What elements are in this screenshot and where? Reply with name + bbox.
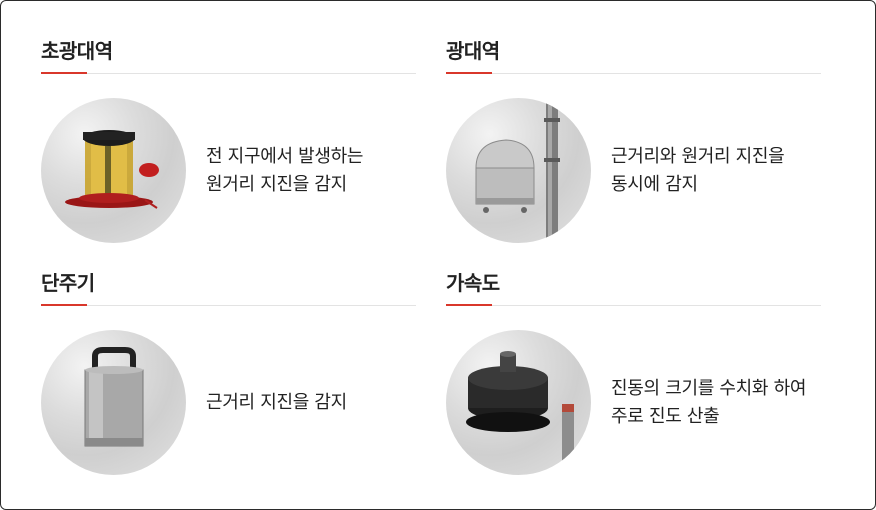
wideband-seismometer-photo <box>446 98 591 243</box>
accent-bar <box>41 72 87 74</box>
description-line: 원거리 지진을 감지 <box>206 174 347 195</box>
section-title: 광대역 <box>446 39 500 63</box>
sensor-types-panel: 초광대역 전 지구에서 발생하는 원거리 지진을 감지 광대역 근거리와 원거리… <box>0 0 876 510</box>
divider <box>446 305 821 306</box>
section-title: 가속도 <box>446 271 500 295</box>
description-line: 진동의 크기를 수치화 하여 <box>611 378 807 399</box>
description-line: 동시에 감지 <box>611 174 698 195</box>
accent-bar <box>446 72 492 74</box>
section-title: 단주기 <box>41 271 95 295</box>
section-description: 근거리 지진을 감지 <box>206 389 421 417</box>
divider <box>41 305 416 306</box>
section-description: 전 지구에서 발생하는 원거리 지진을 감지 <box>206 143 421 199</box>
divider <box>41 73 416 74</box>
section-description: 진동의 크기를 수치화 하여 주로 진도 산출 <box>611 375 826 431</box>
description-line: 주로 진도 산출 <box>611 406 720 427</box>
accent-bar <box>41 304 87 306</box>
short-period-seismometer-photo <box>41 330 186 475</box>
accelerometer-photo <box>446 330 591 475</box>
accent-bar <box>446 304 492 306</box>
broadband-seismometer-photo <box>41 98 186 243</box>
section-title: 초광대역 <box>41 39 113 63</box>
description-line: 전 지구에서 발생하는 <box>206 146 364 167</box>
description-line: 근거리 지진을 감지 <box>206 392 347 413</box>
divider <box>446 73 821 74</box>
section-description: 근거리와 원거리 지진을 동시에 감지 <box>611 143 826 199</box>
description-line: 근거리와 원거리 지진을 <box>611 146 785 167</box>
